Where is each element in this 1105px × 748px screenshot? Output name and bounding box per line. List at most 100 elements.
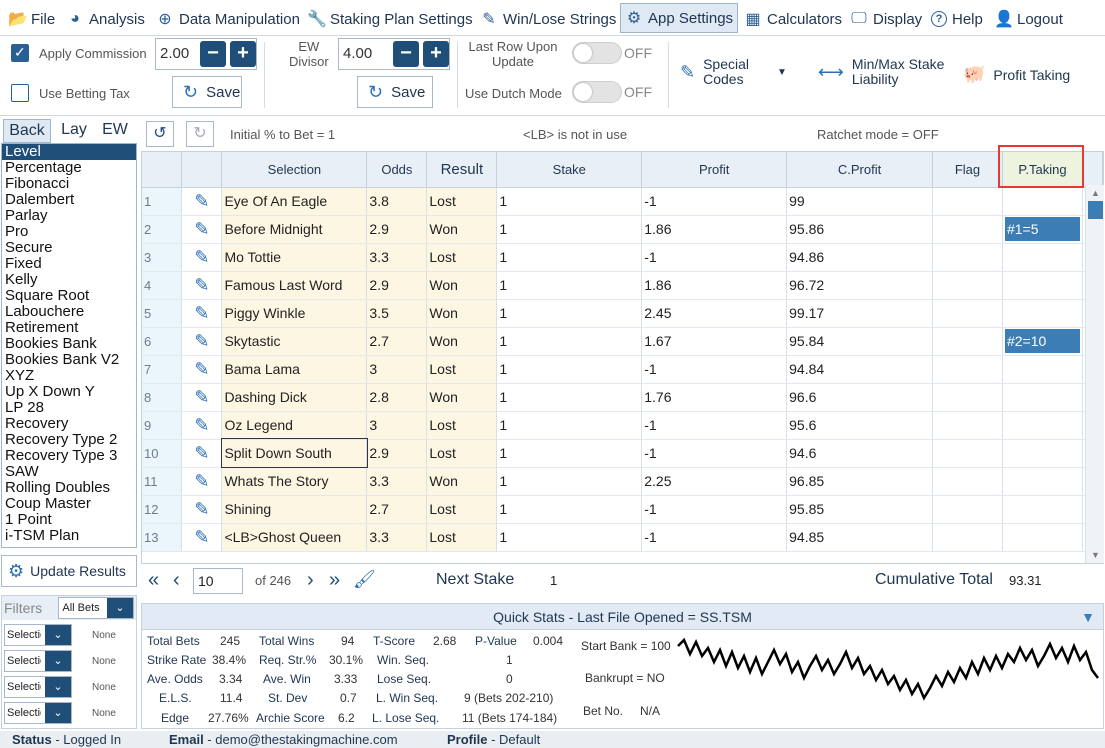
cell-odds[interactable]: 2.9: [366, 271, 428, 300]
col-odds[interactable]: Odds: [366, 152, 428, 188]
menu-calculators[interactable]: ▦ Calculators: [744, 6, 842, 32]
table-row[interactable]: 13 ✎ <LB>Ghost Queen 3.3 Lost 1 -1 94.85: [142, 523, 1103, 552]
cell-ptaking[interactable]: [1002, 355, 1083, 384]
commission-minus-button[interactable]: −: [200, 41, 226, 67]
cell-odds[interactable]: 3.8: [366, 187, 428, 216]
cell-selection[interactable]: Eye Of An Eagle: [221, 187, 368, 216]
next-page-icon[interactable]: ›: [307, 569, 314, 592]
cell-odds[interactable]: 3.3: [366, 243, 428, 272]
plan-item[interactable]: Fibonacci: [2, 176, 136, 192]
cell-flag[interactable]: [932, 271, 1003, 300]
plan-item[interactable]: Secure: [2, 240, 136, 256]
cell-ptaking[interactable]: #1=5: [1002, 215, 1083, 244]
update-results-button[interactable]: ⚙ Update Results: [1, 555, 137, 587]
ew-minus-button[interactable]: −: [393, 41, 419, 67]
brush-icon[interactable]: 🖌: [353, 569, 376, 590]
pencil-icon[interactable]: ✎: [181, 327, 223, 356]
grid-vertical-scrollbar[interactable]: ▲ ▼: [1085, 185, 1104, 563]
filter-select[interactable]: Selectio ⌄: [4, 676, 72, 698]
cell-ptaking[interactable]: [1002, 439, 1083, 468]
plan-item[interactable]: Pro: [2, 224, 136, 240]
col-selection[interactable]: Selection: [221, 152, 368, 188]
cell-result[interactable]: Lost: [426, 187, 498, 216]
special-codes-dropdown[interactable]: ✎ Special Codes ▼: [680, 57, 787, 87]
menu-help[interactable]: ? Help: [931, 6, 983, 32]
plan-item[interactable]: SAW: [2, 464, 136, 480]
filter-select[interactable]: Selectio ⌄: [4, 650, 72, 672]
page-number-input[interactable]: 10: [193, 568, 243, 594]
cell-result[interactable]: Lost: [426, 411, 498, 440]
cell-flag[interactable]: [932, 187, 1003, 216]
cell-flag[interactable]: [932, 523, 1003, 552]
plan-item[interactable]: Recovery Type 3: [2, 448, 136, 464]
col-profit[interactable]: Profit: [641, 152, 788, 188]
cell-selection[interactable]: Bama Lama: [221, 355, 368, 384]
pencil-icon[interactable]: ✎: [181, 383, 223, 412]
profit-taking-button[interactable]: 🐖 Profit Taking: [963, 64, 1070, 85]
menu-file[interactable]: 📂 File: [8, 6, 55, 32]
cell-selection[interactable]: Piggy Winkle: [221, 299, 368, 328]
plan-item[interactable]: Bookies Bank: [2, 336, 136, 352]
menu-analysis[interactable]: ◕ Analysis: [66, 6, 145, 32]
ew-plus-button[interactable]: +: [423, 41, 449, 67]
tab-lay[interactable]: Lay: [53, 119, 95, 143]
cell-flag[interactable]: [932, 355, 1003, 384]
col-cprofit[interactable]: C.Profit: [786, 152, 934, 188]
cell-flag[interactable]: [932, 411, 1003, 440]
save-ew-button[interactable]: ↻ Save: [357, 76, 433, 108]
cell-odds[interactable]: 3: [366, 355, 428, 384]
table-row[interactable]: 3 ✎ Mo Tottie 3.3 Lost 1 -1 94.86: [142, 243, 1103, 272]
cell-result[interactable]: Lost: [426, 439, 498, 468]
cell-ptaking[interactable]: [1002, 523, 1083, 552]
scroll-down-icon[interactable]: ▼: [1091, 550, 1100, 560]
col-flag[interactable]: Flag: [932, 152, 1003, 188]
cell-result[interactable]: Won: [426, 271, 498, 300]
cell-selection[interactable]: Dashing Dick: [221, 383, 368, 412]
table-row[interactable]: 9 ✎ Oz Legend 3 Lost 1 -1 95.6: [142, 411, 1103, 440]
table-row[interactable]: 4 ✎ Famous Last Word 2.9 Won 1 1.86 96.72: [142, 271, 1103, 300]
commission-plus-button[interactable]: +: [230, 41, 256, 67]
col-result[interactable]: Result: [426, 152, 498, 188]
menu-data-manipulation[interactable]: ⊕ Data Manipulation: [156, 6, 300, 32]
plan-item[interactable]: Square Root: [2, 288, 136, 304]
filter-select[interactable]: Selectio ⌄: [4, 624, 72, 646]
cell-flag[interactable]: [932, 439, 1003, 468]
cell-odds[interactable]: 2.7: [366, 495, 428, 524]
cell-odds[interactable]: 2.7: [366, 327, 428, 356]
cell-flag[interactable]: [932, 495, 1003, 524]
cell-selection[interactable]: Before Midnight: [221, 215, 368, 244]
cell-result[interactable]: Won: [426, 327, 498, 356]
table-row[interactable]: 11 ✎ Whats The Story 3.3 Won 1 2.25 96.85: [142, 467, 1103, 496]
table-row[interactable]: 2 ✎ Before Midnight 2.9 Won 1 1.86 95.86 #1=5: [142, 215, 1103, 244]
first-page-icon[interactable]: «: [148, 569, 159, 592]
plan-item[interactable]: Labouchere: [2, 304, 136, 320]
plan-item[interactable]: Coup Master: [2, 496, 136, 512]
table-row[interactable]: 1 ✎ Eye Of An Eagle 3.8 Lost 1 -1 99: [142, 187, 1103, 216]
apply-commission-checkbox[interactable]: [11, 44, 29, 62]
pencil-icon[interactable]: ✎: [181, 355, 223, 384]
table-row[interactable]: 5 ✎ Piggy Winkle 3.5 Won 1 2.45 99.17: [142, 299, 1103, 328]
cell-selection[interactable]: Whats The Story: [221, 467, 368, 496]
plan-item[interactable]: i-TSM Plan: [2, 528, 136, 544]
table-row[interactable]: 7 ✎ Bama Lama 3 Lost 1 -1 94.84: [142, 355, 1103, 384]
plan-item[interactable]: LP 28: [2, 400, 136, 416]
tab-back[interactable]: Back: [3, 119, 51, 143]
cell-ptaking[interactable]: [1002, 299, 1083, 328]
plan-item[interactable]: Recovery: [2, 416, 136, 432]
cell-selection[interactable]: Split Down South: [220, 438, 368, 468]
cell-odds[interactable]: 2.9: [366, 439, 428, 468]
table-row[interactable]: 10 ✎ Split Down South 2.9 Lost 1 -1 94.6: [142, 438, 1103, 468]
plan-item[interactable]: Bookies Bank V2: [2, 352, 136, 368]
pencil-icon[interactable]: ✎: [181, 495, 223, 524]
redo-button[interactable]: ↻: [186, 121, 214, 147]
table-row[interactable]: 8 ✎ Dashing Dick 2.8 Won 1 1.76 96.6: [142, 383, 1103, 412]
menu-app-settings[interactable]: ⚙ App Settings: [620, 3, 739, 33]
plan-item[interactable]: Fixed: [2, 256, 136, 272]
cell-flag[interactable]: [932, 215, 1003, 244]
pencil-icon[interactable]: ✎: [181, 187, 223, 216]
use-betting-tax-checkbox[interactable]: [11, 84, 29, 102]
cell-ptaking[interactable]: [1002, 383, 1083, 412]
table-row[interactable]: 12 ✎ Shining 2.7 Lost 1 -1 95.85: [142, 495, 1103, 524]
cell-flag[interactable]: [932, 383, 1003, 412]
cell-selection[interactable]: Shining: [221, 495, 368, 524]
